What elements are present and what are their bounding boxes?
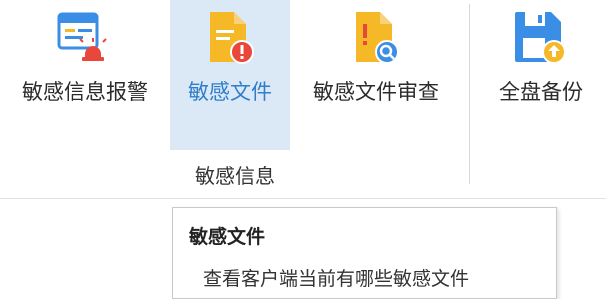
sensitive-info-alert-label: 敏感信息报警 (22, 80, 148, 104)
ribbon-group-label: 敏感信息 (195, 164, 275, 188)
sensitive-files-label: 敏感文件 (188, 80, 272, 104)
sensitive-info-alert-button[interactable]: 敏感信息报警 (0, 0, 170, 150)
sensitive-files-button[interactable]: 敏感文件 (170, 0, 290, 150)
floppy-upload-icon (511, 8, 571, 68)
full-disk-backup-label: 全盘备份 (499, 80, 583, 104)
document-warning-icon (200, 8, 260, 68)
ribbon-toolbar: 敏感信息报警 敏感文件 敏感文件审查 全盘备份 敏感信息 (0, 0, 606, 198)
ribbon-divider (0, 198, 606, 199)
tooltip: 敏感文件 查看客户端当前有哪些敏感文件 (172, 207, 557, 299)
sensitive-file-audit-button[interactable]: 敏感文件审查 (292, 0, 460, 150)
sensitive-file-audit-label: 敏感文件审查 (313, 80, 439, 104)
alert-monitor-icon (55, 8, 115, 68)
tooltip-description: 查看客户端当前有哪些敏感文件 (203, 268, 470, 290)
tooltip-title: 敏感文件 (189, 226, 266, 248)
full-disk-backup-button[interactable]: 全盘备份 (476, 0, 606, 150)
document-audit-icon (346, 8, 406, 68)
group-separator (469, 4, 470, 184)
